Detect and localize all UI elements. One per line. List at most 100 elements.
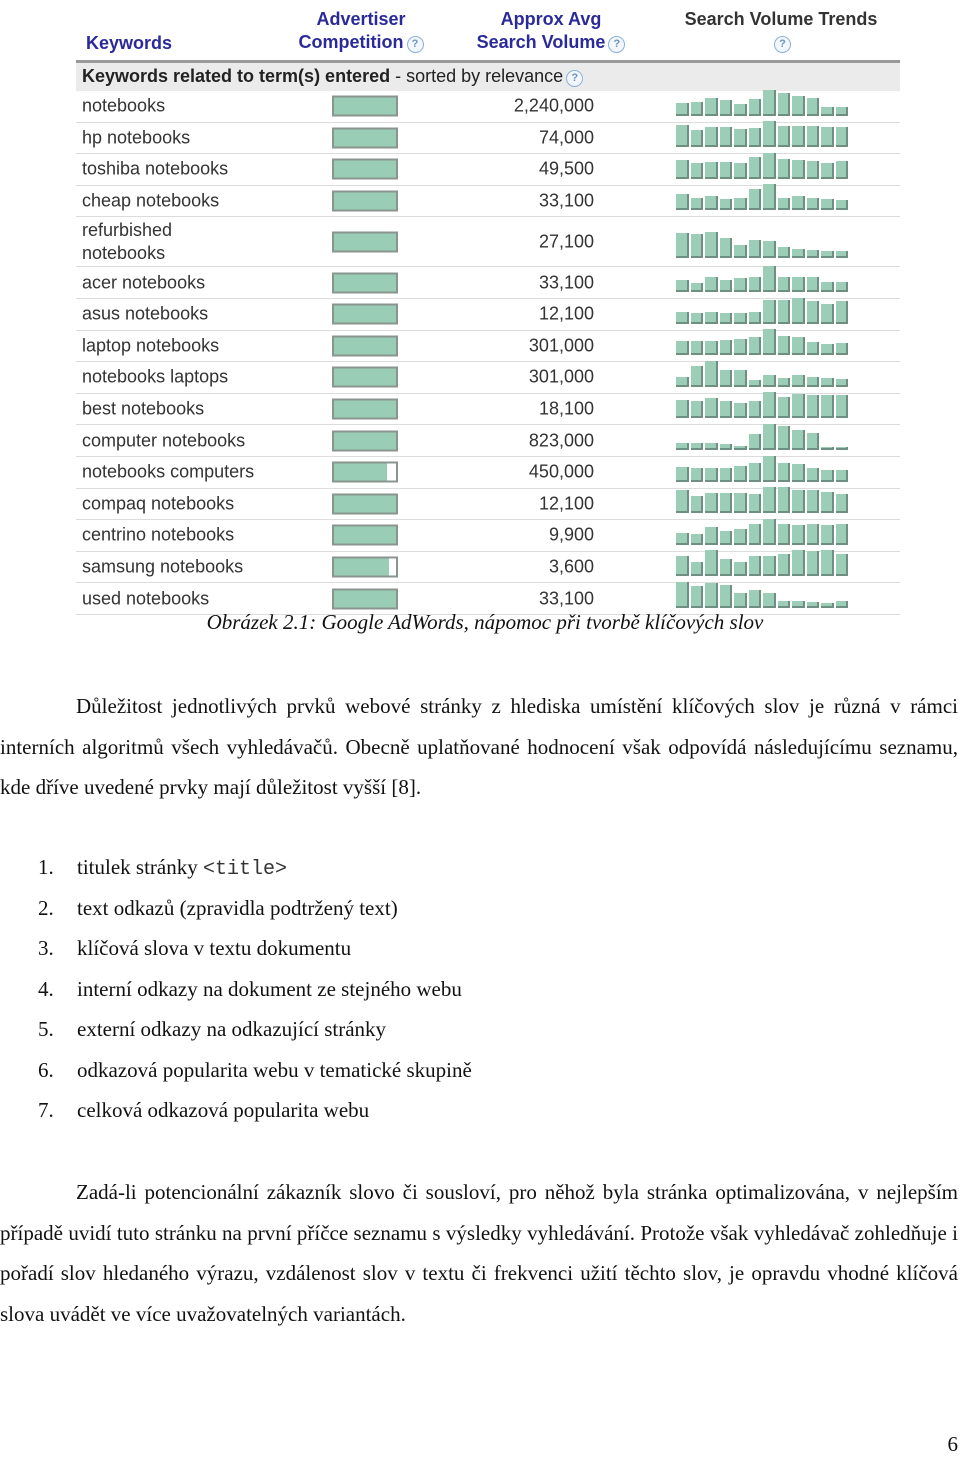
trend-bar	[676, 556, 689, 577]
column-header-volume[interactable]: Approx Avg Search Volume?	[451, 8, 651, 54]
competition-bar	[332, 524, 398, 546]
trend-sparkline	[676, 232, 856, 259]
trend-bar	[792, 374, 805, 387]
trend-sparkline	[676, 518, 856, 545]
search-volume-cell: 18,100	[538, 398, 594, 419]
trend-bar	[734, 103, 747, 116]
trend-bar	[763, 89, 776, 116]
trend-bar	[763, 487, 776, 514]
trend-bar	[821, 395, 834, 419]
trend-bar	[792, 490, 805, 514]
trend-bar	[690, 282, 703, 292]
help-icon[interactable]: ?	[774, 36, 791, 53]
trend-bar	[734, 198, 747, 211]
trend-bar	[748, 276, 761, 292]
trend-bar	[705, 276, 718, 292]
trend-bar	[806, 376, 819, 387]
search-volume-cell: 823,000	[528, 430, 594, 451]
trend-bar	[835, 160, 848, 179]
competition-bar-fill	[334, 558, 389, 576]
keyword-cell: laptop notebooks	[82, 335, 220, 356]
trend-bar	[719, 369, 732, 387]
trend-sparkline	[676, 121, 856, 148]
trend-bar	[676, 102, 689, 116]
search-volume-cell: 33,100	[538, 272, 594, 293]
trend-bar	[806, 523, 819, 545]
help-icon[interactable]: ?	[566, 70, 584, 87]
search-volume-cell: 27,100	[538, 231, 594, 252]
paragraph-1: Důležitost jednotlivých prvků webové str…	[0, 686, 958, 808]
table-row: cheap notebooks 33,100	[76, 184, 900, 218]
trend-bar	[690, 533, 703, 545]
trend-bar	[806, 601, 819, 608]
trend-bar	[835, 395, 848, 419]
table-row: centrino notebooks 9,900	[76, 518, 900, 552]
column-header-competition[interactable]: Advertiser Competition?	[266, 8, 456, 54]
trend-bar	[806, 250, 819, 259]
competition-bar-fill	[334, 590, 396, 608]
trend-bar	[690, 365, 703, 387]
list-text: klíčová slova v textu dokumentu	[77, 936, 352, 960]
trend-bar	[676, 442, 689, 450]
competition-bar	[332, 158, 398, 180]
search-volume-cell: 3,600	[548, 556, 594, 577]
trend-bar	[719, 401, 732, 419]
trend-bar	[821, 492, 834, 514]
trend-bar	[792, 95, 805, 116]
trend-bar	[763, 455, 776, 482]
trend-bar	[734, 369, 747, 387]
search-volume-cell: 12,100	[538, 493, 594, 514]
trend-bar	[806, 467, 819, 482]
trend-bar	[806, 97, 819, 116]
trend-bar	[835, 106, 848, 116]
trend-sparkline	[676, 487, 856, 514]
trend-bar	[792, 126, 805, 148]
help-icon[interactable]: ?	[608, 36, 626, 53]
search-volume-cell: 12,100	[538, 303, 594, 324]
trend-bar	[748, 128, 761, 148]
trend-bar	[835, 281, 848, 292]
list-number: 2.	[38, 895, 54, 920]
trend-bar	[676, 490, 689, 514]
trend-sparkline	[676, 152, 856, 179]
trend-bar	[792, 394, 805, 419]
column-header-keywords[interactable]: Keywords	[86, 32, 172, 55]
trend-bar	[705, 582, 718, 608]
trend-sparkline	[676, 89, 856, 116]
trend-bar	[792, 297, 805, 324]
table-row: acer notebooks 33,100	[76, 265, 900, 299]
list-number: 5.	[38, 1017, 54, 1041]
trend-bar	[705, 467, 718, 482]
trend-bar	[676, 341, 689, 356]
trend-bar	[763, 184, 776, 211]
list-number: 1.	[38, 855, 54, 879]
trend-bar	[705, 550, 718, 577]
trend-bar	[777, 198, 790, 211]
competition-header-line1: Advertiser	[316, 9, 406, 29]
trend-bar	[835, 494, 848, 514]
trend-bar	[705, 311, 718, 324]
trend-bar	[806, 160, 819, 179]
trend-bar	[806, 342, 819, 356]
trend-bar	[763, 241, 776, 259]
trend-bar	[734, 129, 747, 148]
competition-bar	[332, 335, 398, 357]
trend-bar	[821, 602, 834, 608]
competition-bar-fill	[334, 192, 396, 210]
trend-bar	[748, 494, 761, 514]
trend-bar	[748, 589, 761, 608]
volume-header-line2: Search Volume	[476, 32, 606, 52]
trend-bar	[676, 581, 689, 608]
trend-bar	[763, 265, 776, 292]
trend-bar	[734, 403, 747, 419]
help-icon[interactable]: ?	[406, 36, 424, 53]
trend-sparkline	[676, 265, 856, 292]
trend-bar	[705, 161, 718, 179]
competition-bar-fill	[334, 337, 396, 355]
trend-bar	[676, 125, 689, 148]
trend-bar	[763, 423, 776, 450]
keyword-cell: toshiba notebooks	[82, 158, 229, 179]
trend-bar	[821, 524, 834, 545]
keyword-table-body: notebooks 2,240,000 hp notebooks 74,000 tosh…	[76, 89, 900, 615]
trend-bar	[748, 556, 761, 577]
